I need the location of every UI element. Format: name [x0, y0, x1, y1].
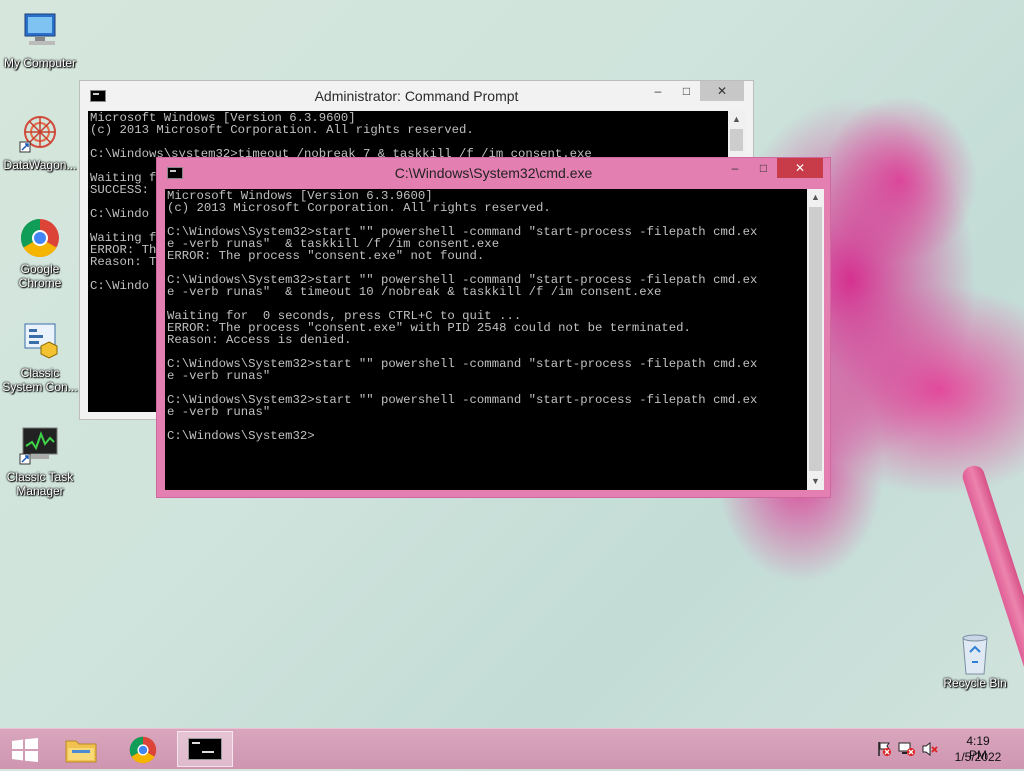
close-button[interactable]: ✕: [700, 81, 744, 101]
desktop-icon-label: Classic System Con...: [2, 366, 78, 394]
desktop-icon-label: Recycle Bin: [943, 676, 1007, 690]
recycle-bin-icon: [952, 630, 998, 675]
minimize-button[interactable]: –: [720, 158, 750, 178]
flag-icon[interactable]: [876, 741, 892, 760]
scroll-down-icon[interactable]: ▼: [807, 473, 824, 490]
console-output[interactable]: Microsoft Windows [Version 6.3.9600] (c)…: [165, 189, 807, 490]
scroll-thumb[interactable]: [809, 207, 822, 471]
taskbar-file-explorer[interactable]: [55, 731, 107, 767]
desktop-icon-google-chrome[interactable]: Google Chrome: [0, 216, 80, 290]
cmd-window[interactable]: C:\Windows\System32\cmd.exe – □ ✕ Micros…: [156, 157, 831, 498]
computer-icon: [17, 10, 63, 54]
task-manager-icon: [17, 424, 63, 468]
desktop-icon-label: Classic Task Manager: [6, 470, 74, 498]
cmd-icon: [188, 738, 222, 760]
chrome-icon: [127, 734, 159, 771]
desktop-icon-label: DataWagon...: [3, 158, 77, 172]
scroll-up-icon[interactable]: ▲: [728, 111, 745, 128]
desktop-icon-recycle-bin[interactable]: Recycle Bin: [935, 630, 1015, 690]
taskbar-chrome[interactable]: [117, 731, 169, 767]
datawagon-icon: [17, 112, 63, 156]
taskbar-command-prompt[interactable]: [177, 731, 233, 767]
scroll-thumb[interactable]: [730, 129, 743, 151]
desktop-icon-label: My Computer: [3, 56, 77, 70]
clock-date[interactable]: 1/5/2022: [952, 750, 1004, 764]
control-panel-icon: [17, 320, 63, 364]
maximize-button[interactable]: □: [750, 158, 777, 178]
desktop-icon-my-computer[interactable]: My Computer: [0, 10, 80, 70]
network-icon[interactable]: [898, 741, 916, 760]
desktop-icon-label: Google Chrome: [18, 262, 62, 290]
close-button[interactable]: ✕: [777, 158, 823, 178]
start-button[interactable]: [0, 731, 52, 767]
desktop-icon-datawagon[interactable]: DataWagon...: [0, 112, 80, 172]
chrome-icon: [17, 216, 63, 260]
speaker-muted-icon[interactable]: [922, 741, 938, 760]
taskbar: 4:19 PM 1/5/2022: [0, 728, 1024, 769]
vertical-scrollbar[interactable]: ▲ ▼: [807, 189, 824, 490]
scroll-up-icon[interactable]: ▲: [807, 189, 824, 206]
title-bar[interactable]: Administrator: Command Prompt – □ ✕: [80, 81, 753, 111]
desktop-icon-classic-task-manager[interactable]: Classic Task Manager: [0, 424, 80, 498]
desktop-icon-classic-system-control[interactable]: Classic System Con...: [0, 320, 80, 394]
minimize-button[interactable]: –: [643, 81, 673, 101]
folder-icon: [64, 735, 98, 770]
title-bar[interactable]: C:\Windows\System32\cmd.exe – □ ✕: [157, 158, 830, 188]
windows-logo-icon: [11, 738, 39, 767]
maximize-button[interactable]: □: [673, 81, 700, 101]
